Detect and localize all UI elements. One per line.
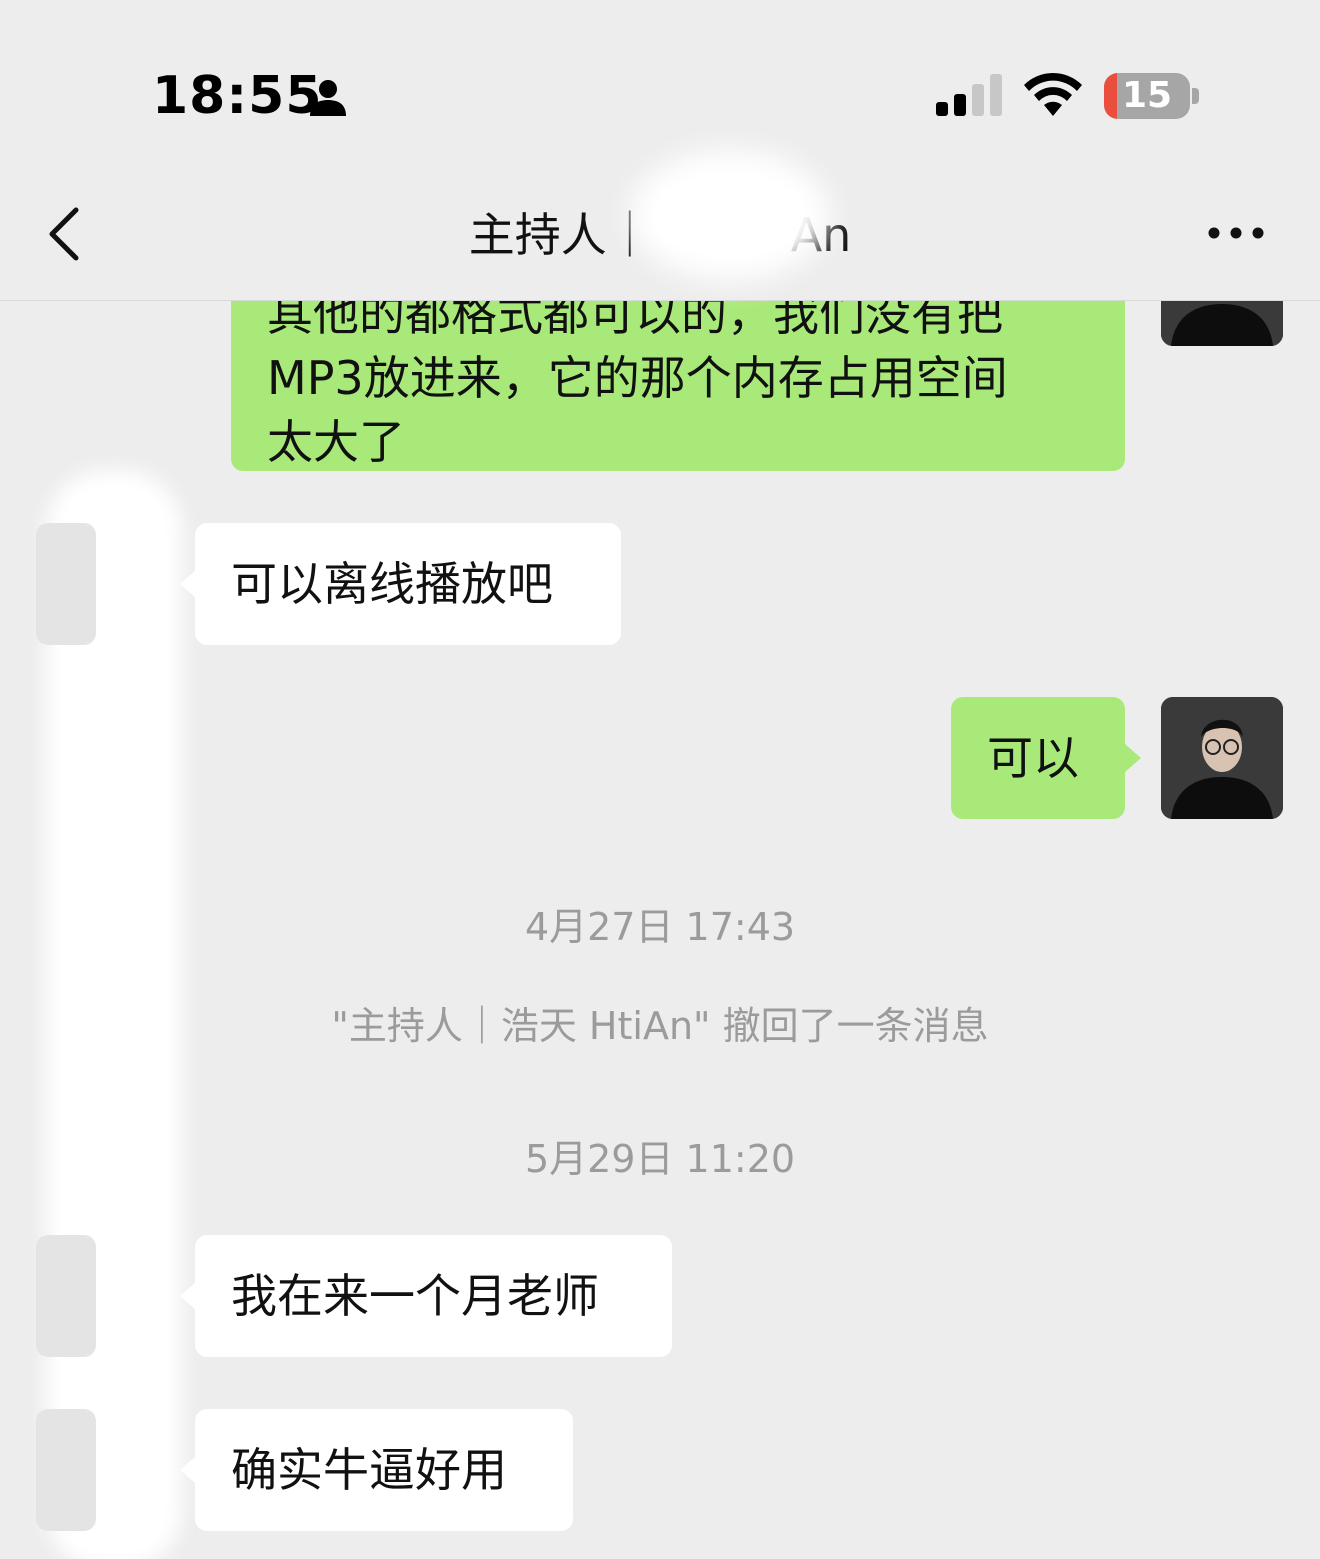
bubble-tail — [180, 570, 196, 598]
battery-percent: 15 — [1121, 75, 1173, 116]
chat-area[interactable]: 其他的都格式都可以的，我们没有把 MP3放进来，它的那个内存占用空间 太大了 可… — [0, 300, 1320, 1559]
avatar-other[interactable] — [36, 1235, 96, 1357]
redaction-blob — [630, 150, 830, 280]
avatar-photo — [1161, 697, 1283, 819]
message-line: 其他的都格式都可以的，我们没有把 — [267, 300, 1003, 341]
avatar-self[interactable] — [1161, 697, 1283, 819]
avatar-other[interactable] — [36, 1409, 96, 1531]
person-icon — [310, 80, 346, 116]
bubble-tail — [180, 1456, 196, 1484]
message-bubble-incoming[interactable]: 确实牛逼好用 — [195, 1409, 573, 1531]
message-line: 太大了 — [267, 415, 405, 469]
bubble-tail — [180, 1282, 196, 1310]
message-text: 确实牛逼好用 — [231, 1443, 507, 1497]
message-line: MP3放进来，它的那个内存占用空间 — [267, 351, 1008, 405]
message-bubble-incoming[interactable]: 我在来一个月老师 — [195, 1235, 672, 1357]
message-bubble-outgoing[interactable]: 其他的都格式都可以的，我们没有把 MP3放进来，它的那个内存占用空间 太大了 — [231, 300, 1125, 471]
signal-icon — [936, 74, 1002, 116]
status-bar: 18:55 15 — [0, 0, 1320, 170]
chevron-left-icon[interactable] — [44, 206, 88, 262]
wifi-icon — [1024, 72, 1082, 116]
timestamp: 5月29日 11:20 — [524, 1137, 796, 1181]
message-text: 可以离线播放吧 — [231, 557, 553, 611]
avatar-self[interactable] — [1161, 300, 1283, 346]
recall-notice: "主持人｜浩天 HtiAn" 撤回了一条消息 — [331, 1004, 989, 1048]
bubble-tail — [1125, 744, 1141, 772]
message-text: 可以 — [987, 731, 1079, 785]
status-time: 18:55 — [152, 66, 323, 126]
avatar-photo — [1161, 300, 1283, 346]
more-dots-icon[interactable] — [1204, 218, 1268, 248]
message-text: 我在来一个月老师 — [231, 1269, 599, 1323]
avatar-other[interactable] — [36, 523, 96, 645]
message-bubble-incoming[interactable]: 可以离线播放吧 — [195, 523, 621, 645]
timestamp: 4月27日 17:43 — [524, 905, 796, 949]
message-bubble-outgoing[interactable]: 可以 — [951, 697, 1125, 819]
battery-icon: 15 — [1104, 73, 1190, 119]
battery-nub — [1192, 88, 1199, 104]
